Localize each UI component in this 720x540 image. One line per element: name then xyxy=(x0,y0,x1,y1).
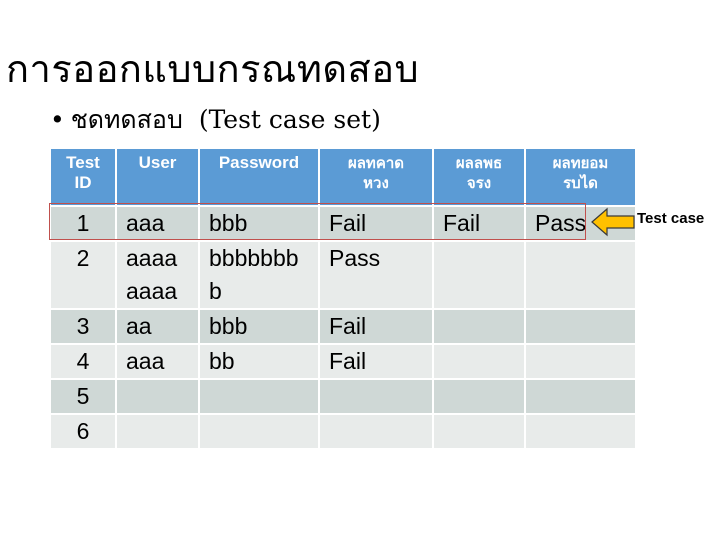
header-acceptable-result: ผลทยอม รบได xyxy=(524,147,637,207)
cell-actual xyxy=(432,308,526,345)
cell-password: bbbbbbb b xyxy=(198,240,320,310)
cell-password xyxy=(198,413,320,450)
cell-id: 6 xyxy=(49,413,117,450)
subtitle-thai: ชดทดสอบ xyxy=(70,105,183,134)
cell-expected: Fail xyxy=(318,205,434,242)
table-row: 2 aaaa aaaa bbbbbbb b Pass xyxy=(49,240,637,310)
cell-id: 3 xyxy=(49,308,117,345)
cell-user: aaa xyxy=(115,343,200,380)
cell-expected: Pass xyxy=(318,240,434,310)
cell-password xyxy=(198,378,320,415)
cell-password: bbb xyxy=(198,205,320,242)
header-actual-result: ผลลพธ จรง xyxy=(432,147,526,207)
table-row: 1 aaa bbb Fail Fail Pass xyxy=(49,205,637,242)
header-expected-result: ผลทคาด หวง xyxy=(318,147,434,207)
cell-expected xyxy=(318,413,434,450)
cell-acceptable xyxy=(524,378,637,415)
cell-actual xyxy=(432,378,526,415)
cell-acceptable xyxy=(524,308,637,345)
table-row: 5 xyxy=(49,378,637,415)
cell-user xyxy=(115,413,200,450)
table-row: 3 aa bbb Fail xyxy=(49,308,637,345)
left-arrow-icon xyxy=(591,207,635,237)
table-header-row: Test ID User Password ผลทคาด หวง ผลลพธ จรง … xyxy=(49,147,637,207)
test-case-table: Test ID User Password ผลทคาด หวง ผลลพธ จรง … xyxy=(49,147,637,450)
cell-user xyxy=(115,378,200,415)
cell-id: 2 xyxy=(49,240,117,310)
cell-id: 1 xyxy=(49,205,117,242)
bullet-icon: • xyxy=(50,105,65,134)
cell-actual xyxy=(432,343,526,380)
table-row: 4 aaa bb Fail xyxy=(49,343,637,380)
cell-password: bbb xyxy=(198,308,320,345)
slide-title: การออกแบบกรณทดสอบ xyxy=(6,47,420,91)
test-case-callout-label: Test case xyxy=(637,210,705,227)
header-user: User xyxy=(115,147,200,207)
cell-acceptable xyxy=(524,343,637,380)
cell-user: aa xyxy=(115,308,200,345)
header-password: Password xyxy=(198,147,320,207)
cell-id: 4 xyxy=(49,343,117,380)
cell-expected: Fail xyxy=(318,308,434,345)
cell-password: bb xyxy=(198,343,320,380)
cell-acceptable xyxy=(524,413,637,450)
cell-actual: Fail xyxy=(432,205,526,242)
subtitle-english: (Test case set) xyxy=(198,105,381,134)
table-row: 6 xyxy=(49,413,637,450)
slide-subtitle: • ชดทดสอบ (Test case set) xyxy=(50,100,381,140)
cell-actual xyxy=(432,413,526,450)
cell-user: aaa xyxy=(115,205,200,242)
header-test-id: Test ID xyxy=(49,147,117,207)
cell-actual xyxy=(432,240,526,310)
cell-expected: Fail xyxy=(318,343,434,380)
cell-user: aaaa aaaa xyxy=(115,240,200,310)
cell-acceptable xyxy=(524,240,637,310)
cell-id: 5 xyxy=(49,378,117,415)
cell-expected xyxy=(318,378,434,415)
